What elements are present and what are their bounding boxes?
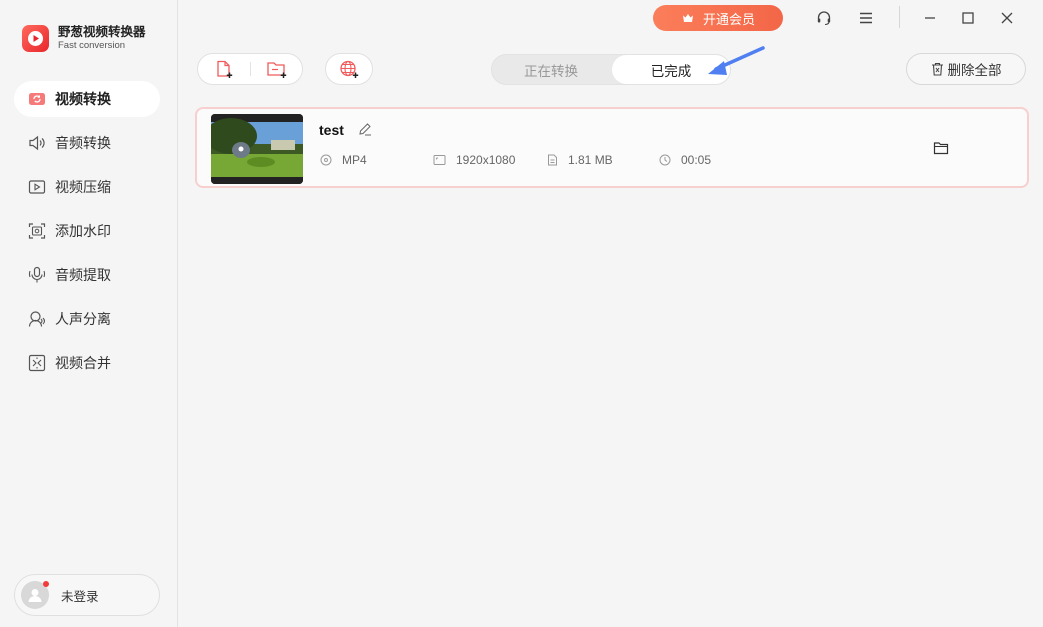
user-icon xyxy=(28,589,42,602)
user-login-button[interactable]: 未登录 xyxy=(14,574,160,616)
delete-all-label: 删除全部 xyxy=(947,63,1002,79)
voice-separate-icon xyxy=(28,311,46,327)
maximize-button[interactable] xyxy=(955,6,981,30)
add-file-button[interactable] xyxy=(198,54,250,84)
file-duration-value: 00:05 xyxy=(681,153,712,167)
notification-dot xyxy=(43,581,49,587)
sidebar-item-label: 视频合并 xyxy=(55,356,111,372)
pointer-arrow-icon xyxy=(708,46,765,75)
vip-label: 开通会员 xyxy=(702,12,755,28)
sidebar-item-label: 音频提取 xyxy=(55,268,111,284)
menu-icon xyxy=(860,12,872,24)
file-resolution-value: 1920x1080 xyxy=(456,153,516,167)
sidebar-item-voice-separate[interactable]: 人声分离 xyxy=(14,301,160,337)
minimize-icon xyxy=(925,17,935,19)
video-thumbnail[interactable] xyxy=(211,114,303,184)
file-size: 1.81 MB xyxy=(547,153,613,167)
sidebar: 野葱视频转换器 Fast conversion 视频转换 音频转换 视频压缩 添… xyxy=(0,0,178,627)
sidebar-nav: 视频转换 音频转换 视频压缩 添加水印 音频提取 人声分离 视频合并 xyxy=(14,81,160,389)
maximize-icon xyxy=(962,12,974,24)
add-url-button[interactable] xyxy=(325,53,373,85)
user-status-label: 未登录 xyxy=(61,588,99,604)
file-resolution: 1920x1080 xyxy=(433,153,515,167)
sidebar-item-label: 视频转换 xyxy=(55,92,111,108)
video-compress-icon xyxy=(28,180,46,194)
add-files-group xyxy=(197,53,303,85)
sidebar-item-label: 添加水印 xyxy=(55,224,111,240)
close-button[interactable] xyxy=(994,6,1020,30)
support-button[interactable] xyxy=(811,6,837,30)
sidebar-item-audio-convert[interactable]: 音频转换 xyxy=(14,125,160,161)
open-folder-icon[interactable] xyxy=(933,141,949,155)
file-name: test xyxy=(319,122,344,138)
app-logo: 野葱视频转换器 Fast conversion xyxy=(22,24,146,52)
delete-all-button[interactable]: 删除全部 xyxy=(906,53,1026,85)
app-logo-icon xyxy=(22,24,49,52)
tab-converting[interactable]: 正在转换 xyxy=(492,55,610,84)
sidebar-item-audio-extract[interactable]: 音频提取 xyxy=(14,257,160,293)
sidebar-item-video-compress[interactable]: 视频压缩 xyxy=(14,169,160,205)
file-card[interactable]: test MP4 1920x1080 1.81 MB 00:05 xyxy=(195,107,1029,188)
status-tabs: 正在转换 已完成 xyxy=(491,54,731,85)
sidebar-item-label: 视频压缩 xyxy=(55,180,111,196)
close-icon xyxy=(1001,12,1013,24)
sidebar-item-video-convert[interactable]: 视频转换 xyxy=(14,81,160,117)
globe-icon xyxy=(340,60,359,78)
sidebar-item-video-merge[interactable]: 视频合并 xyxy=(14,345,160,381)
file-format-value: MP4 xyxy=(342,153,367,167)
video-convert-icon xyxy=(29,93,45,105)
format-icon xyxy=(320,154,332,166)
trash-icon xyxy=(931,62,943,76)
add-folder-icon xyxy=(267,62,287,78)
resolution-icon xyxy=(433,155,446,165)
sidebar-item-label: 音频转换 xyxy=(55,136,111,152)
file-size-icon xyxy=(548,154,557,166)
speaker-icon xyxy=(29,135,45,151)
rename-icon[interactable] xyxy=(358,122,372,136)
merge-icon xyxy=(28,354,46,372)
minimize-button[interactable] xyxy=(917,6,943,30)
app-title: 野葱视频转换器 xyxy=(58,24,146,39)
sidebar-item-watermark[interactable]: 添加水印 xyxy=(14,213,160,249)
clock-icon xyxy=(659,154,671,166)
crown-icon xyxy=(682,14,693,22)
file-duration: 00:05 xyxy=(659,153,711,167)
file-size-value: 1.81 MB xyxy=(568,153,613,167)
avatar xyxy=(21,581,49,609)
add-folder-button[interactable] xyxy=(251,54,303,84)
watermark-icon xyxy=(28,223,46,239)
microphone-icon xyxy=(28,266,46,283)
menu-button[interactable] xyxy=(853,6,879,30)
file-format: MP4 xyxy=(320,153,367,167)
sidebar-item-label: 人声分离 xyxy=(55,312,111,328)
headset-icon xyxy=(817,11,831,26)
vip-button[interactable]: 开通会员 xyxy=(653,5,783,31)
titlebar-divider xyxy=(899,6,900,28)
add-file-icon xyxy=(217,60,233,78)
app-subtitle: Fast conversion xyxy=(58,40,126,51)
